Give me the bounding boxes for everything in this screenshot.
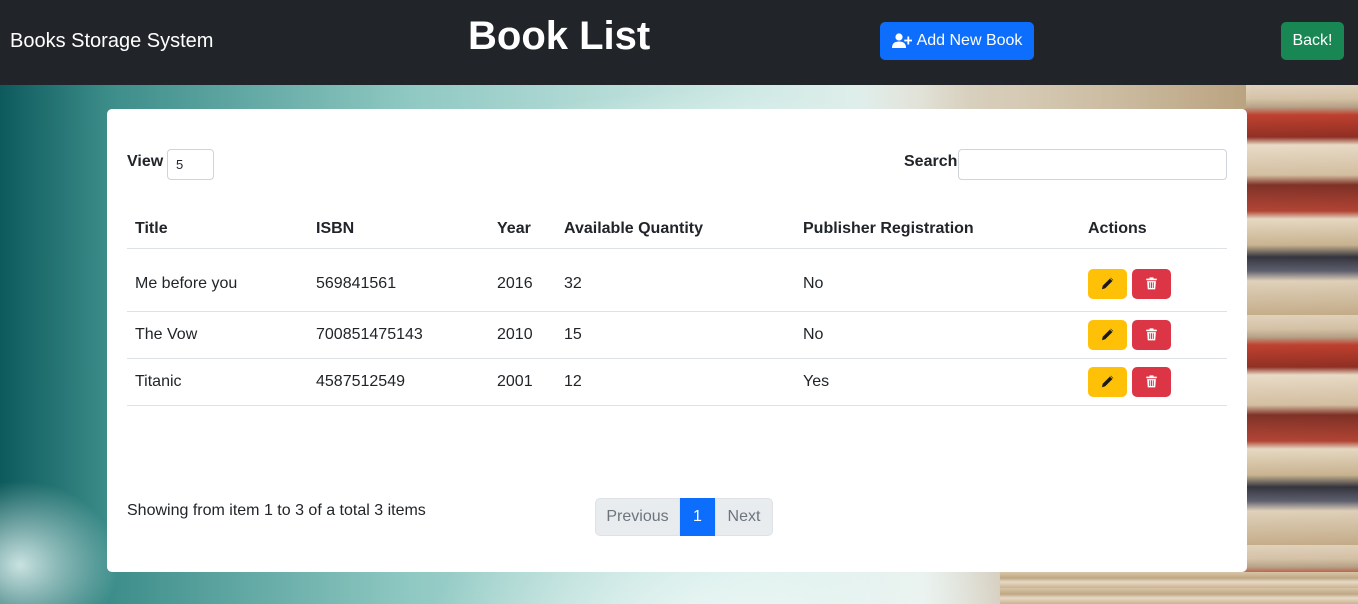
trash-icon: [1146, 328, 1157, 341]
pagination-summary: Showing from item 1 to 3 of a total 3 it…: [127, 502, 426, 519]
pencil-icon: [1101, 328, 1114, 341]
cell-year: 2016: [489, 248, 556, 312]
cell-isbn: 4587512549: [308, 358, 489, 406]
add-new-book-button[interactable]: Add New Book: [880, 22, 1034, 60]
view-count-input[interactable]: [167, 149, 214, 180]
trash-icon: [1146, 277, 1157, 290]
cell-publisher: No: [795, 248, 1080, 312]
edit-button[interactable]: [1088, 319, 1127, 350]
background-books-bottom: [1000, 572, 1358, 604]
cell-actions: [1080, 358, 1227, 406]
pagination: Previous 1 Next: [595, 498, 773, 536]
trash-icon: [1146, 375, 1157, 388]
table-header-row: Title ISBN Year Available Quantity Publi…: [127, 211, 1227, 249]
header-title: Title: [127, 211, 308, 249]
table-row: Me before you 569841561 2016 32 No: [127, 248, 1227, 312]
cell-title: Titanic: [127, 358, 308, 406]
cell-quantity: 12: [556, 358, 795, 406]
navbar: Books Storage System Book List Add New B…: [0, 0, 1358, 85]
header-publisher-registration: Publisher Registration: [795, 211, 1080, 249]
edit-button[interactable]: [1088, 268, 1127, 299]
books-table: Title ISBN Year Available Quantity Publi…: [127, 211, 1227, 406]
pagination-page-1[interactable]: 1: [680, 498, 715, 536]
cell-actions: [1080, 311, 1227, 359]
add-new-book-label: Add New Book: [916, 32, 1023, 49]
pencil-icon: [1101, 277, 1114, 290]
cell-title: Me before you: [127, 248, 308, 312]
delete-button[interactable]: [1132, 366, 1171, 397]
search-label: Search: [904, 153, 958, 170]
delete-button[interactable]: [1132, 268, 1171, 299]
cell-actions: [1080, 248, 1227, 312]
cell-quantity: 15: [556, 311, 795, 359]
background-books-top: [860, 85, 1250, 109]
pencil-icon: [1101, 375, 1114, 388]
cell-title: The Vow: [127, 311, 308, 359]
view-label: View: [127, 153, 164, 170]
back-button[interactable]: Back!: [1281, 22, 1344, 60]
cell-isbn: 569841561: [308, 248, 489, 312]
table-row: Titanic 4587512549 2001 12 Yes: [127, 358, 1227, 406]
header-available-quantity: Available Quantity: [556, 211, 795, 249]
header-year: Year: [489, 211, 556, 249]
cell-publisher: Yes: [795, 358, 1080, 406]
delete-button[interactable]: [1132, 319, 1171, 350]
page-title: Book List: [468, 14, 651, 58]
cell-publisher: No: [795, 311, 1080, 359]
book-list-card: View Search Title ISBN Year Available Qu…: [107, 109, 1247, 572]
background-books-right: [1246, 85, 1358, 604]
search-input[interactable]: [958, 149, 1227, 180]
pagination-previous[interactable]: Previous: [595, 498, 680, 536]
pagination-next[interactable]: Next: [715, 498, 773, 536]
cell-year: 2010: [489, 311, 556, 359]
brand-name[interactable]: Books Storage System: [10, 30, 213, 53]
edit-button[interactable]: [1088, 366, 1127, 397]
user-plus-icon: [891, 33, 912, 49]
cell-quantity: 32: [556, 248, 795, 312]
header-actions: Actions: [1080, 211, 1227, 249]
cell-year: 2001: [489, 358, 556, 406]
header-isbn: ISBN: [308, 211, 489, 249]
cell-isbn: 700851475143: [308, 311, 489, 359]
table-row: The Vow 700851475143 2010 15 No: [127, 311, 1227, 359]
